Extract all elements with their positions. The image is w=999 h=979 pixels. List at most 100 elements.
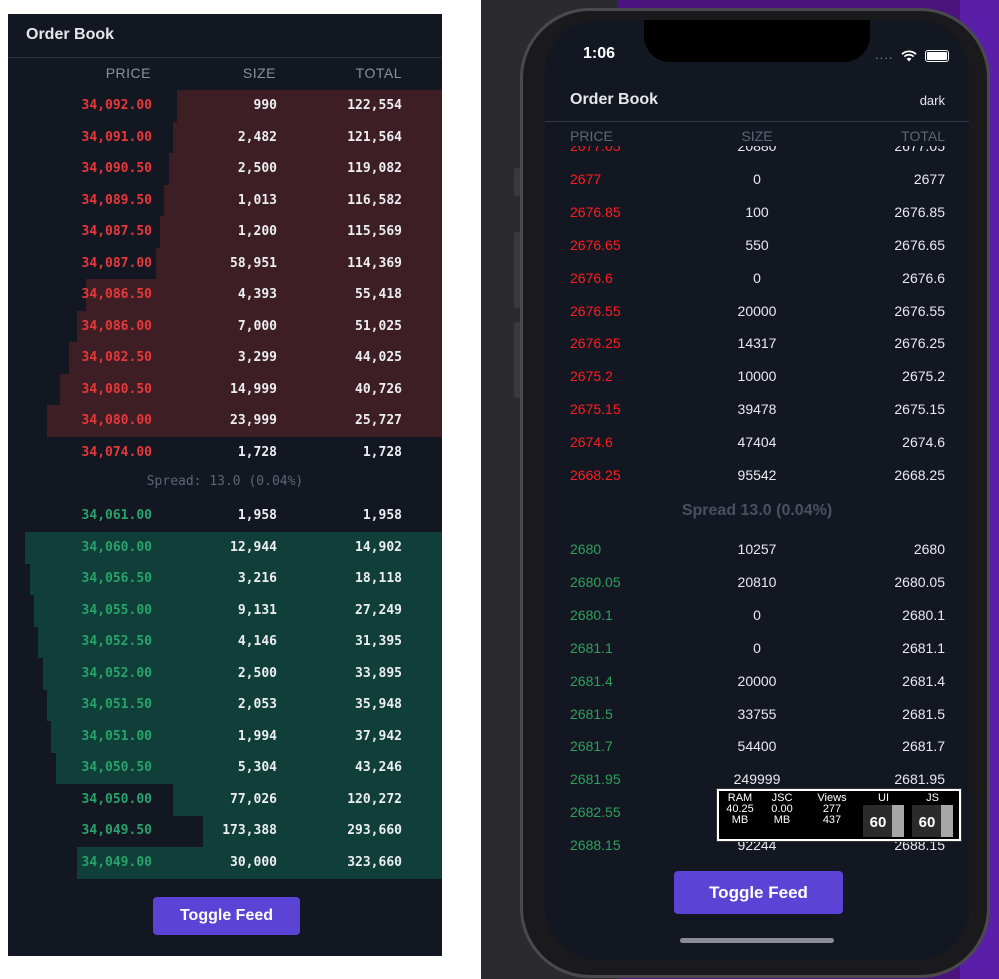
cell-total: 2680 bbox=[913, 541, 945, 557]
mobile-title: Order Book bbox=[570, 91, 659, 108]
cell-total: 31,395 bbox=[355, 634, 402, 649]
cell-size: 30,000 bbox=[230, 854, 277, 870]
cell-total: 2680.05 bbox=[894, 573, 945, 590]
bid-row: 2681.4 20000 2681.4 bbox=[545, 666, 969, 699]
toggle-feed-button[interactable]: Toggle Feed bbox=[153, 897, 300, 935]
ask-row: 2676.55 20000 2676.55 bbox=[545, 296, 969, 329]
theme-label[interactable]: dark bbox=[920, 93, 945, 108]
status-icons: .... bbox=[875, 47, 949, 62]
cell-size: 58,951 bbox=[230, 255, 277, 271]
cell-price: 2674.6 bbox=[570, 434, 613, 451]
cell-price: 2668.25 bbox=[570, 467, 621, 483]
status-time: 1:06 bbox=[583, 45, 616, 62]
cell-price: 2680.05 bbox=[570, 573, 621, 590]
toggle-feed-button[interactable]: Toggle Feed bbox=[674, 871, 843, 914]
cell-total: 2677 bbox=[913, 170, 945, 187]
home-indicator[interactable] bbox=[680, 938, 834, 943]
bid-row: 34,050.00 77,026 120,272 bbox=[8, 783, 442, 816]
cell-price: 34,056.50 bbox=[81, 571, 152, 586]
cell-size: 9,131 bbox=[237, 602, 277, 618]
cell-price: 34,080.50 bbox=[81, 381, 152, 397]
cell-price: 34,051.00 bbox=[81, 728, 152, 744]
web-title: Order Book bbox=[26, 26, 115, 43]
ask-row: 34,090.50 2,500 119,082 bbox=[8, 153, 442, 185]
cell-total: 14,902 bbox=[355, 539, 402, 555]
cell-size: 20000 bbox=[737, 672, 777, 689]
cell-total: 44,025 bbox=[355, 350, 402, 365]
cell-total: 35,948 bbox=[355, 697, 402, 712]
cell-price: 34,060.00 bbox=[81, 539, 152, 555]
cell-total: 2676.25 bbox=[894, 335, 945, 352]
perf-monitor[interactable]: RAM 40.25 MB JSC 0.00 MB Views 277 437 U… bbox=[716, 788, 962, 842]
cell-total: 2668.25 bbox=[894, 467, 945, 483]
cell-size: 12,944 bbox=[230, 539, 277, 555]
cell-price: 34,089.50 bbox=[81, 192, 152, 208]
cell-total: 33,895 bbox=[355, 665, 402, 681]
cell-total: 37,942 bbox=[355, 728, 402, 744]
web-order-book: Order Book PRICE SIZE TOTAL 34,092.00 990… bbox=[8, 14, 442, 956]
bid-row: 34,056.50 3,216 18,118 bbox=[8, 563, 442, 595]
mobile-order-list[interactable]: 2677.05 20880 2677.05 2677 0 2677 2676.85 100 26… bbox=[545, 146, 969, 856]
cell-size: 20880 bbox=[737, 146, 777, 154]
ask-row: 34,089.50 1,013 116,582 bbox=[8, 184, 442, 217]
cell-size: 4,146 bbox=[237, 634, 277, 649]
cell-size: 1,958 bbox=[237, 508, 277, 523]
ask-row: 34,092.00 990 122,554 bbox=[8, 90, 442, 122]
ask-row: 34,086.50 4,393 55,418 bbox=[8, 279, 442, 311]
perf-ram: RAM 40.25 MB bbox=[726, 792, 754, 826]
cell-total: 2681.5 bbox=[902, 705, 945, 722]
cell-price: 34,074.00 bbox=[81, 444, 152, 460]
bid-row: 2681.5 33755 2681.5 bbox=[545, 699, 969, 732]
cell-price: 34,087.50 bbox=[81, 224, 152, 239]
ask-row: 34,080.00 23,999 25,727 bbox=[8, 405, 442, 437]
cell-price: 2681.7 bbox=[570, 738, 613, 755]
ask-row: 2676.25 14317 2676.25 bbox=[545, 328, 969, 361]
cell-price: 2675.15 bbox=[570, 401, 621, 418]
cell-total: 2680.1 bbox=[902, 606, 945, 623]
cell-total: 122,554 bbox=[347, 98, 402, 113]
cell-total: 2681.95 bbox=[894, 771, 945, 788]
header-total: TOTAL bbox=[901, 128, 945, 144]
cell-price: 34,092.00 bbox=[81, 98, 152, 113]
cell-size: 3,299 bbox=[237, 350, 277, 365]
web-spread: Spread: 13.0 (0.04%) bbox=[146, 474, 304, 489]
ask-row: 34,082.50 3,299 44,025 bbox=[8, 342, 442, 374]
cell-total: 2675.2 bbox=[902, 368, 945, 385]
cell-total: 323,660 bbox=[347, 854, 402, 870]
divider bbox=[8, 57, 442, 58]
cell-size: 550 bbox=[745, 236, 769, 253]
cell-price: 2676.55 bbox=[570, 302, 621, 319]
cell-price: 2688.15 bbox=[570, 837, 621, 854]
cell-size: 23,999 bbox=[230, 413, 277, 428]
cell-size: 95542 bbox=[737, 467, 777, 483]
cell-price: 34,086.50 bbox=[81, 287, 152, 302]
mobile-spread: Spread 13.0 (0.04%) bbox=[681, 502, 833, 519]
cell-size: 54400 bbox=[737, 738, 777, 755]
wifi-icon bbox=[901, 50, 917, 62]
cell-total: 121,564 bbox=[347, 129, 402, 145]
cell-total: 1,958 bbox=[362, 508, 402, 523]
cell-size: 14317 bbox=[737, 335, 777, 352]
ask-row: 34,091.00 2,482 121,564 bbox=[8, 121, 442, 154]
ask-row: 34,087.00 58,951 114,369 bbox=[8, 247, 442, 280]
cell-total: 2676.6 bbox=[902, 269, 945, 286]
cell-price: 34,091.00 bbox=[81, 129, 152, 145]
cell-size: 10000 bbox=[737, 368, 777, 385]
ask-row: 2675.15 39478 2675.15 bbox=[545, 394, 969, 427]
cell-total: 2681.4 bbox=[902, 672, 945, 689]
cell-size: 1,013 bbox=[237, 192, 277, 208]
cell-size: 1,994 bbox=[237, 728, 277, 744]
cell-price: 34,082.50 bbox=[81, 350, 152, 365]
cell-size: 7,000 bbox=[237, 318, 277, 334]
cell-price: 34,050.00 bbox=[81, 791, 152, 807]
cell-total: 115,569 bbox=[347, 224, 402, 239]
cell-size: 2,500 bbox=[237, 665, 277, 681]
bid-row: 34,060.00 12,944 14,902 bbox=[8, 531, 442, 564]
bid-row: 2681.1 0 2681.1 bbox=[545, 633, 969, 666]
ask-row: 34,080.50 14,999 40,726 bbox=[8, 373, 442, 406]
phone-notch bbox=[644, 20, 870, 62]
ask-row: 2674.6 47404 2674.6 bbox=[545, 427, 969, 460]
cell-total: 55,418 bbox=[355, 287, 402, 302]
cell-total: 25,727 bbox=[355, 413, 402, 428]
cell-size: 33755 bbox=[737, 705, 777, 722]
